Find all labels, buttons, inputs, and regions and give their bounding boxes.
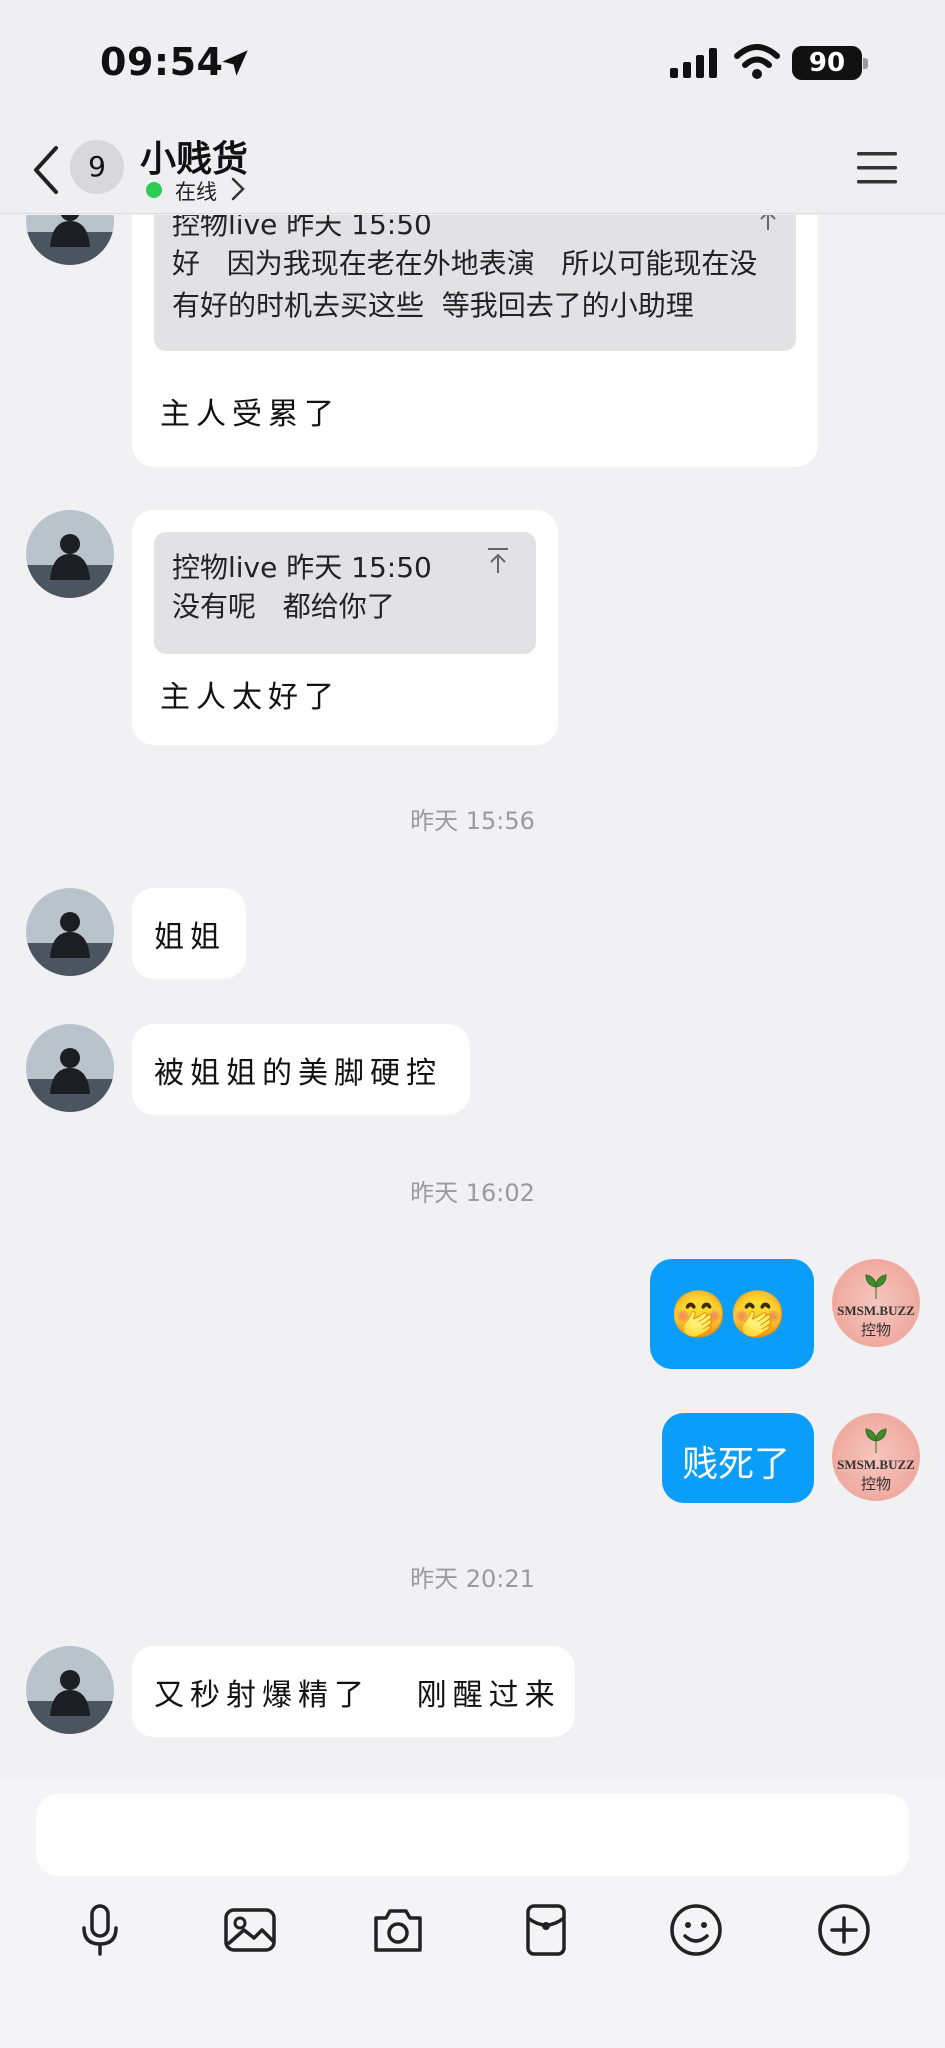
quote-meta: 控物live 昨天 15:50 [172, 551, 432, 584]
jump-to-original-icon[interactable] [754, 215, 782, 233]
message-bubble[interactable]: 被姐姐的美脚硬控 [132, 1024, 470, 1115]
contact-avatar[interactable] [26, 510, 114, 598]
back-chevron-icon[interactable] [26, 140, 66, 200]
message-emoji: 🤭🤭 [670, 1287, 789, 1341]
message-text: 贱死了 [682, 1444, 791, 1485]
message-text: 姐姐 [154, 920, 226, 955]
battery-indicator: 90 [792, 46, 868, 80]
wifi-icon [734, 44, 780, 79]
message-text: 又秒射爆精了 刚醒过来 [154, 1678, 561, 1713]
leaf-logo-icon [865, 1274, 887, 1299]
red-packet-icon[interactable] [516, 1900, 576, 1960]
quote-text: 好 因为我现在老在外地表演 所以可能现在没 有好的时机去买这些 等我回去了的小助… [172, 247, 758, 322]
outgoing-message-bubble[interactable]: 🤭🤭 [650, 1259, 814, 1369]
emoji-icon[interactable] [666, 1900, 726, 1960]
contact-avatar[interactable] [26, 1024, 114, 1112]
outgoing-message-bubble[interactable]: 贱死了 [662, 1413, 814, 1503]
my-avatar[interactable]: SMSM.BUZZ 控物 [832, 1259, 920, 1347]
cellular-signal-icon [670, 48, 717, 78]
image-icon[interactable] [220, 1900, 280, 1960]
timestamp: 昨天 20:21 [410, 1565, 535, 1593]
contact-avatar[interactable] [26, 888, 114, 976]
plus-icon[interactable] [814, 1900, 874, 1960]
avatar-brand-cn: 控物 [860, 1475, 891, 1493]
composer [0, 1778, 945, 2048]
avatar-brand-text: SMSM.BUZZ [837, 1457, 915, 1472]
my-avatar[interactable]: SMSM.BUZZ 控物 [832, 1413, 920, 1501]
message-list[interactable]: 控物live 昨天 15:50 好 因为我现在老在外地表演 所以可能现在没 有好… [0, 215, 945, 1775]
camera-icon[interactable] [368, 1900, 428, 1960]
location-arrow-icon [222, 50, 248, 76]
message-text: 被姐姐的美脚硬控 [154, 1056, 442, 1091]
online-status-text[interactable]: 在线 [175, 176, 217, 206]
chat-title[interactable]: 小贱货 [140, 130, 248, 182]
jump-to-original-icon[interactable] [484, 546, 512, 576]
message-bubble[interactable]: 控物live 昨天 15:50 好 因为我现在老在外地表演 所以可能现在没 有好… [132, 215, 818, 467]
quoted-message[interactable]: 控物live 昨天 15:50 好 因为我现在老在外地表演 所以可能现在没 有好… [154, 215, 796, 351]
menu-icon[interactable] [855, 148, 899, 188]
leaf-logo-icon [865, 1428, 887, 1453]
quote-meta: 控物live 昨天 15:50 [172, 215, 432, 241]
avatar-brand-cn: 控物 [860, 1321, 891, 1339]
timestamp: 昨天 15:56 [410, 807, 535, 835]
online-status-dot [146, 182, 162, 198]
unread-count-badge[interactable]: 9 [70, 140, 124, 194]
chevron-right-icon[interactable] [230, 176, 246, 202]
microphone-icon[interactable] [70, 1900, 130, 1960]
quoted-message[interactable]: 控物live 昨天 15:50 没有呢 都给你了 [154, 532, 536, 654]
message-bubble[interactable]: 姐姐 [132, 888, 246, 979]
message-input[interactable] [36, 1794, 909, 1876]
timestamp: 昨天 16:02 [410, 1179, 535, 1207]
quote-text: 没有呢 都给你了 [172, 590, 395, 623]
status-bar: 09:54 90 [0, 0, 945, 130]
chat-header: 9 小贱货 在线 [0, 130, 945, 214]
avatar-brand-text: SMSM.BUZZ [837, 1303, 915, 1318]
message-text: 主人太好了 [160, 680, 340, 715]
contact-avatar[interactable] [26, 215, 114, 265]
message-bubble[interactable]: 控物live 昨天 15:50 没有呢 都给你了 主人太好了 [132, 510, 558, 745]
message-bubble[interactable]: 又秒射爆精了 刚醒过来 [132, 1646, 575, 1737]
message-text: 主人受累了 [160, 397, 340, 432]
status-time: 09:54 [100, 40, 224, 84]
contact-avatar[interactable] [26, 1646, 114, 1734]
